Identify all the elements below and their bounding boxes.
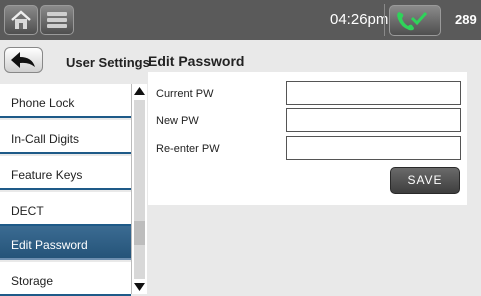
sidebar-item-phone-lock[interactable]: Phone Lock	[0, 84, 131, 118]
sidebar-item-in-call-digits[interactable]: In-Call Digits	[0, 120, 131, 154]
sidebar-item-storage[interactable]: Storage	[0, 262, 131, 296]
current-pw-label: Current PW	[156, 88, 214, 100]
settings-sidebar: Phone Lock In-Call Digits Feature Keys D…	[0, 72, 131, 296]
menu-button[interactable]	[40, 5, 74, 35]
sidebar-item-label: DECT	[11, 204, 44, 218]
re-enter-pw-field[interactable]	[286, 136, 461, 160]
triangle-down-icon	[134, 283, 145, 291]
page-title: Edit Password	[148, 53, 245, 69]
status-bar: 04:26pm 289	[0, 0, 481, 40]
triangle-up-icon	[134, 87, 145, 95]
extension-number: 289	[455, 12, 477, 27]
sidebar-item-label: Storage	[11, 274, 54, 288]
phone-check-icon	[397, 11, 428, 31]
sidebar-item-feature-keys[interactable]: Feature Keys	[0, 156, 131, 190]
back-button[interactable]	[4, 47, 43, 73]
sidebar-item-dect[interactable]: DECT	[0, 192, 131, 226]
sidebar-scrollbar[interactable]	[131, 84, 147, 294]
home-button[interactable]	[4, 5, 38, 35]
scroll-up-button[interactable]	[132, 84, 147, 99]
sidebar-item-label: In-Call Digits	[11, 132, 80, 146]
edit-password-panel: Current PW New PW Re-enter PW SAVE	[148, 72, 467, 205]
sidebar-item-label: Feature Keys	[11, 168, 83, 182]
sidebar-title: User Settings	[66, 55, 150, 70]
scroll-down-button[interactable]	[132, 279, 147, 294]
scroll-thumb[interactable]	[134, 221, 145, 245]
scroll-track[interactable]	[134, 100, 145, 280]
current-pw-field[interactable]	[286, 81, 461, 105]
list-menu-icon	[47, 12, 67, 28]
sidebar-item-label: Edit Password	[11, 238, 88, 252]
re-enter-pw-label: Re-enter PW	[156, 143, 220, 155]
sidebar-item-label: Phone Lock	[11, 96, 75, 110]
save-button[interactable]: SAVE	[390, 167, 460, 194]
sidebar-item-edit-password[interactable]: Edit Password	[0, 226, 131, 260]
new-pw-field[interactable]	[286, 108, 461, 132]
new-pw-label: New PW	[156, 115, 199, 127]
phone-status-button[interactable]	[389, 5, 441, 36]
home-icon	[11, 10, 31, 29]
status-divider	[384, 4, 385, 36]
clock-time: 04:26pm	[330, 11, 389, 28]
back-arrow-icon	[11, 52, 35, 68]
